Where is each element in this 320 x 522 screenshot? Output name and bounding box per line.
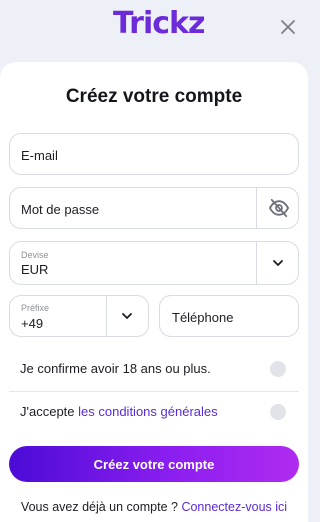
phone-prefix-label: Préfixe xyxy=(21,303,50,313)
phone-prefix-value: +49 xyxy=(21,316,44,331)
phone-prefix-divider xyxy=(106,296,107,336)
terms-row[interactable]: J'accepte les conditions générales xyxy=(9,392,299,432)
eye-off-icon[interactable] xyxy=(268,198,290,218)
chevron-down-icon[interactable] xyxy=(120,309,134,323)
password-field[interactable]: Mot de passe xyxy=(9,187,299,229)
age-confirm-label: Je confirme avoir 18 ans ou plus. xyxy=(20,361,211,376)
terms-prefix: J'accepte xyxy=(20,404,79,419)
age-confirm-row[interactable]: Je confirme avoir 18 ans ou plus. xyxy=(9,349,299,389)
logo: Trickz xyxy=(113,6,205,41)
chevron-down-icon[interactable] xyxy=(271,256,285,270)
currency-divider xyxy=(256,242,257,284)
currency-label: Devise xyxy=(21,250,49,260)
phone-prefix-select[interactable]: Préfixe +49 xyxy=(9,295,149,337)
currency-value: EUR xyxy=(21,262,49,277)
login-link[interactable]: Connectez-vous ici xyxy=(181,500,287,514)
terms-toggle[interactable] xyxy=(270,404,286,420)
close-icon[interactable] xyxy=(277,16,299,38)
age-confirm-toggle[interactable] xyxy=(270,361,286,377)
header: Trickz xyxy=(0,0,308,62)
phone-placeholder: Téléphone xyxy=(172,310,234,325)
create-account-button[interactable]: Créez votre compte xyxy=(9,446,299,482)
password-divider xyxy=(256,188,257,228)
currency-select[interactable]: Devise EUR xyxy=(9,241,299,285)
email-placeholder: E-mail xyxy=(21,148,58,163)
login-prompt: Vous avez déjà un compte ? Connectez-vou… xyxy=(0,500,308,514)
page-title: Créez votre compte xyxy=(65,86,243,107)
phone-field[interactable]: Téléphone xyxy=(159,295,299,337)
email-field[interactable]: E-mail xyxy=(9,133,299,175)
password-placeholder: Mot de passe xyxy=(21,202,100,217)
login-prompt-text: Vous avez déjà un compte ? xyxy=(20,500,182,514)
terms-link[interactable]: les conditions générales xyxy=(78,404,217,419)
terms-label: J'accepte les conditions générales xyxy=(20,404,218,419)
